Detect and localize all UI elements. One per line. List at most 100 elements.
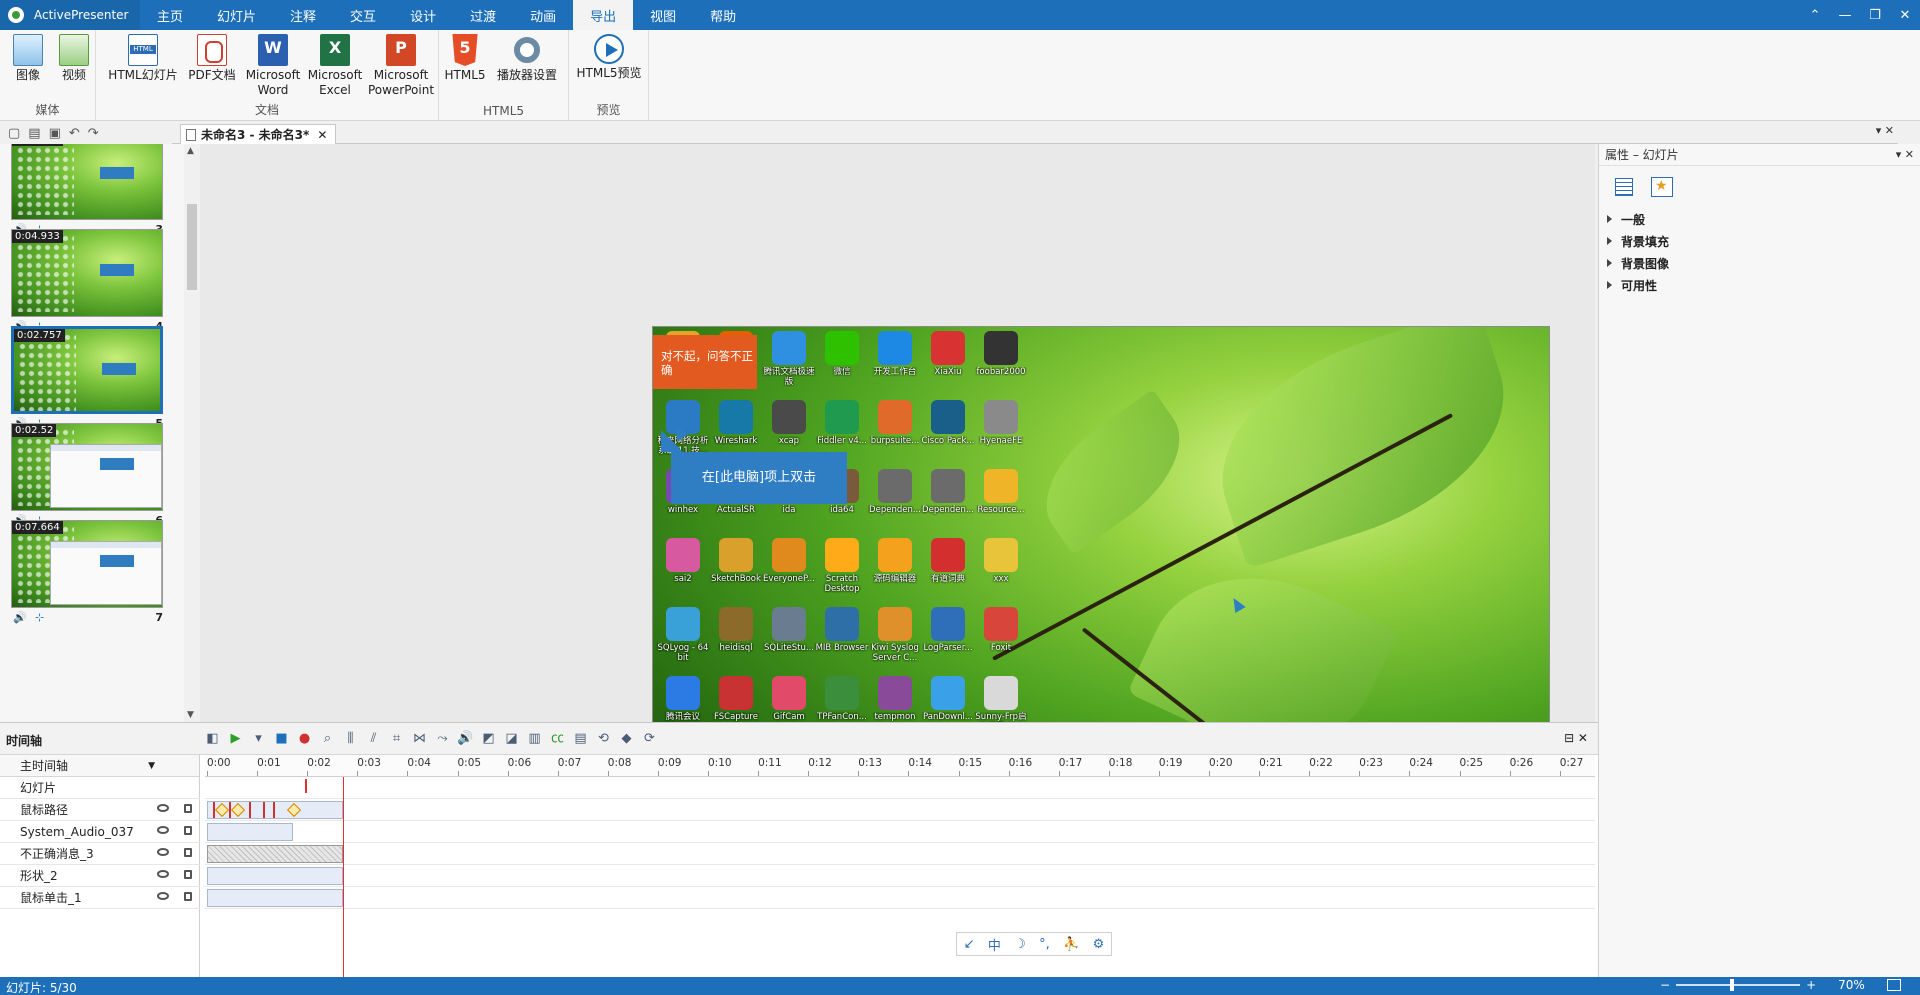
visibility-icon[interactable] xyxy=(157,870,169,878)
timeline-close-icon[interactable]: ⊟ ✕ xyxy=(1564,731,1588,745)
slide-thumbnail[interactable]: 0:02.757 xyxy=(11,326,163,414)
playhead[interactable] xyxy=(343,777,344,978)
visibility-icon[interactable] xyxy=(157,892,169,900)
menu-tab[interactable]: 过渡 xyxy=(453,0,513,30)
lock-icon[interactable] xyxy=(184,826,192,835)
slides-scrollbar[interactable]: ▲ ▼ xyxy=(184,144,200,722)
track-clip[interactable] xyxy=(207,867,343,885)
menu-tab[interactable]: 视图 xyxy=(633,0,693,30)
slide-thumbnail[interactable]: 0:04.933 xyxy=(11,229,163,317)
save-icon[interactable]: ▣ xyxy=(49,126,61,141)
export-html5-button[interactable]: HTML5 xyxy=(443,34,487,83)
properties-star-icon[interactable] xyxy=(1651,177,1673,197)
timeline-track-name[interactable]: 不正确消息_3 xyxy=(0,843,200,865)
export-html-slides-button[interactable]: HTML幻灯片 xyxy=(106,34,180,83)
export-image-button[interactable]: 图像 xyxy=(10,34,46,83)
timeline-track[interactable] xyxy=(205,799,1595,821)
scroll-down-icon[interactable]: ▼ xyxy=(187,710,194,720)
timeline-track[interactable] xyxy=(205,887,1595,909)
scrollbar-thumb[interactable] xyxy=(187,204,197,290)
properties-section[interactable]: 背景图像 xyxy=(1599,252,1920,274)
volume-icon[interactable]: 🔊 xyxy=(457,730,474,747)
restore-button[interactable]: ❐ xyxy=(1860,8,1890,23)
align-icon[interactable]: ⫼ xyxy=(342,730,359,747)
menu-tab[interactable]: 动画 xyxy=(513,0,573,30)
document-tab[interactable]: 未命名3 - 未命名3* ✕ xyxy=(180,124,337,144)
menu-tab[interactable]: 幻灯片 xyxy=(200,0,273,30)
scroll-up-icon[interactable]: ▲ xyxy=(187,146,194,156)
menu-tab[interactable]: 交互 xyxy=(333,0,393,30)
dropdown-icon[interactable]: ▾ xyxy=(250,730,267,747)
lock-icon[interactable] xyxy=(184,848,192,857)
track-clip[interactable] xyxy=(207,889,343,907)
panel-options-icon[interactable]: ▾ ✕ xyxy=(1876,124,1894,137)
visibility-icon[interactable] xyxy=(157,848,169,856)
timeline-track-name[interactable]: 形状_2 xyxy=(0,865,200,887)
open-folder-icon[interactable]: ▤ xyxy=(28,126,40,141)
chevron-down-icon[interactable]: ▼ xyxy=(148,761,155,771)
undo-icon[interactable]: ↶ xyxy=(69,126,80,141)
timeline-track[interactable] xyxy=(205,865,1595,887)
export-pdf-button[interactable]: PDF文档 xyxy=(186,34,238,83)
caption-icon[interactable]: ▤ xyxy=(572,730,589,747)
select-icon[interactable]: ◧ xyxy=(204,730,221,747)
export-excel-button[interactable]: Microsoft Excel xyxy=(306,34,364,98)
gear-icon[interactable]: ⚙ xyxy=(1093,937,1105,952)
timeline-track-name[interactable]: 鼠标单击_1 xyxy=(0,887,200,909)
main-timeline-selector[interactable]: 主时间轴 ▼ xyxy=(0,755,199,777)
slide-thumbnail[interactable]: 0:05.687 xyxy=(11,144,163,220)
zoom-slider[interactable] xyxy=(1676,979,1801,991)
audio-chart-icon[interactable]: ▥ xyxy=(526,730,543,747)
visibility-icon[interactable] xyxy=(157,804,169,812)
align-icon[interactable]: ⫽ xyxy=(365,730,382,747)
minimize-button[interactable]: — xyxy=(1830,8,1860,23)
collapse-ribbon-icon[interactable]: ⌃ xyxy=(1800,8,1830,23)
fade-out-icon[interactable]: ◪ xyxy=(503,730,520,747)
export-powerpoint-button[interactable]: Microsoft PowerPoint xyxy=(366,34,436,98)
zoom-in-icon[interactable]: + xyxy=(1806,978,1816,992)
timeline-track[interactable] xyxy=(205,821,1595,843)
close-tab-icon[interactable]: ✕ xyxy=(317,128,327,142)
incorrect-message-callout[interactable]: 对不起，问答不正确 xyxy=(653,335,757,389)
menu-tab[interactable]: 主页 xyxy=(140,0,200,30)
lock-icon[interactable] xyxy=(184,804,192,813)
timeline-track-name[interactable]: System_Audio_037 xyxy=(0,821,200,843)
slide-thumbnail[interactable]: 0:02.52 xyxy=(11,423,163,511)
speed-icon[interactable]: ⤳ xyxy=(434,730,451,747)
align-icon[interactable]: ↙ xyxy=(964,937,975,952)
fade-in-icon[interactable]: ◩ xyxy=(480,730,497,747)
close-button[interactable]: ✕ xyxy=(1890,8,1920,23)
split-icon[interactable]: ⋈ xyxy=(411,730,428,747)
slide-thumbnail[interactable]: 0:07.664 xyxy=(11,520,163,608)
redo-icon[interactable]: ↷ xyxy=(88,126,99,141)
html5-preview-button[interactable]: HTML5预览 xyxy=(573,34,645,81)
record-icon[interactable]: ● xyxy=(296,730,313,747)
lock-icon[interactable] xyxy=(184,870,192,879)
properties-list-icon[interactable] xyxy=(1615,178,1633,196)
properties-section[interactable]: 可用性 xyxy=(1599,274,1920,296)
zoom-out-icon[interactable]: − xyxy=(1660,978,1670,992)
player-settings-button[interactable]: 播放器设置 xyxy=(491,34,563,83)
play-icon[interactable]: ▶ xyxy=(227,730,244,747)
menu-tab[interactable]: 帮助 xyxy=(693,0,753,30)
refresh-icon[interactable]: ⟳ xyxy=(641,730,658,747)
menu-tab[interactable]: 注释 xyxy=(273,0,333,30)
timeline-track-name[interactable]: 鼠标路径 xyxy=(0,799,200,821)
menu-tab[interactable]: 导出 xyxy=(573,0,634,30)
keyframe-icon[interactable]: ◆ xyxy=(618,730,635,747)
stop-icon[interactable]: ■ xyxy=(273,730,290,747)
closed-caption-icon[interactable]: ㏄ xyxy=(549,730,566,747)
user-icon[interactable]: ⛹ xyxy=(1063,937,1079,952)
timeline-track[interactable] xyxy=(205,777,1595,799)
visibility-icon[interactable] xyxy=(157,826,169,834)
properties-section[interactable]: 背景填充 xyxy=(1599,230,1920,252)
export-word-button[interactable]: Microsoft Word xyxy=(244,34,302,98)
timeline-ruler[interactable]: 0:00 0:01 0:02 0:03 0:04 0:05 0:06 0:07 0:08 0:09… xyxy=(205,755,1595,777)
zoom-slider-knob[interactable] xyxy=(1730,979,1735,991)
timeline-track-name[interactable]: 幻灯片 xyxy=(0,777,200,799)
pin-close-icon[interactable]: ▾ ✕ xyxy=(1896,148,1914,161)
instruction-callout[interactable]: 在[此电脑]项上双击 xyxy=(661,430,847,504)
crop-icon[interactable]: ⌗ xyxy=(388,730,405,747)
properties-section[interactable]: 一般 xyxy=(1599,208,1920,230)
hidden-clip[interactable] xyxy=(207,845,343,863)
